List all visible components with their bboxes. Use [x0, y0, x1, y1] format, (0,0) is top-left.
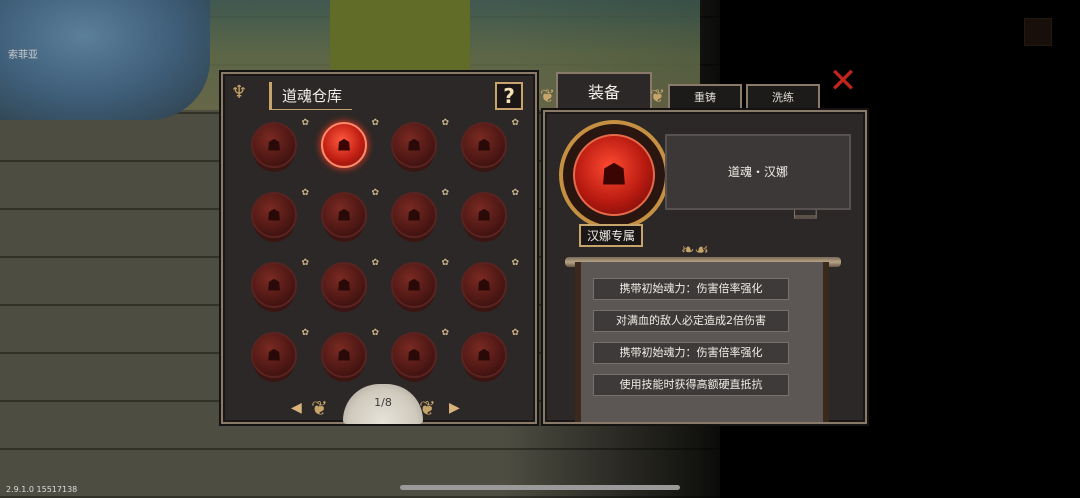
page-fan: 1/8	[343, 384, 423, 424]
soul-orb-icon: ☗	[406, 135, 422, 155]
version-label: 2.9.1.0 15517138	[6, 485, 78, 494]
next-page-button[interactable]: ▶	[449, 400, 460, 416]
scroll-ornament-left-icon: ❦	[311, 396, 328, 420]
orb-slot[interactable]: ☗ ✿	[315, 118, 385, 174]
soul-orb-icon: ☗	[266, 135, 282, 155]
exclusive-label: 汉娜专属	[579, 224, 644, 247]
trait-item: 使用技能时获得高额硬直抵抗	[593, 374, 789, 396]
tab-recast[interactable]: 重铸	[668, 84, 742, 112]
badge-icon: ✿	[511, 188, 519, 198]
orb-slot[interactable]: ☗ ✿	[245, 118, 315, 174]
badge-icon: ✿	[511, 328, 519, 338]
tab-reroll[interactable]: 洗练	[746, 84, 820, 112]
orb-grid: ☗ ✿ ☗ ✿ ☗ ✿ ☗ ✿ ☗ ✿ ☗ ✿ ☗ ✿ ☗ ✿ ☗ ✿ ☗ ✿ ☗ ✿ ☗ ✿ ☗ ✿ ☗ ✿ ☗ ✿ ☗ ✿	[245, 118, 519, 384]
equipped-orb[interactable]: ☗	[573, 134, 655, 216]
soul-orb-icon: ☗	[476, 205, 492, 225]
trait-item: 携带初始魂力：伤害倍率强化	[593, 342, 789, 364]
soul-orb-icon: ☗	[406, 345, 422, 365]
orb-slot[interactable]: ☗ ✿	[385, 258, 455, 314]
soul-orb[interactable]: ☗	[461, 332, 507, 378]
soul-orb[interactable]: ☗	[391, 192, 437, 238]
soul-orb-icon: ☗	[476, 345, 492, 365]
orb-slot[interactable]: ☗ ✿	[385, 328, 455, 384]
badge-icon: ✿	[371, 328, 379, 338]
storage-panel: ♆ 道魂仓库 ? ☗ ✿ ☗ ✿ ☗ ✿ ☗ ✿ ☗ ✿ ☗ ✿ ☗ ✿ ☗ ✿ ☗ ✿ ☗ ✿ ☗ ✿ ☗ ✿ ☗ ✿ ☗ ✿ ☗ ✿ ☗…	[221, 72, 537, 424]
badge-icon: ✿	[511, 118, 519, 128]
orb-slot[interactable]: ☗ ✿	[455, 258, 525, 314]
orb-name: 道魂・汉娜	[665, 134, 851, 210]
soul-orb-icon: ☗	[600, 157, 628, 193]
orb-slot[interactable]: ☗ ✿	[455, 118, 525, 174]
soul-orb-icon: ☗	[476, 135, 492, 155]
tab-equip[interactable]: 装备	[556, 72, 652, 112]
close-pinwheel-icon[interactable]: ✕	[826, 64, 860, 98]
orb-slot[interactable]: ☗ ✿	[315, 258, 385, 314]
name-box-ornament-icon: ╘══╛	[791, 210, 820, 224]
soul-orb[interactable]: ☗	[391, 122, 437, 168]
badge-icon: ✿	[371, 118, 379, 128]
soul-orb[interactable]: ☗	[461, 122, 507, 168]
soul-orb-icon: ☗	[266, 275, 282, 295]
badge-icon: ✿	[371, 188, 379, 198]
soul-orb-icon: ☗	[266, 205, 282, 225]
soul-orb-icon: ☗	[406, 275, 422, 295]
equipped-orb-frame: ☗	[559, 120, 669, 230]
soul-orb[interactable]: ☗	[391, 332, 437, 378]
page-indicator: 1/8	[374, 396, 392, 409]
soul-orb[interactable]: ☗	[321, 262, 367, 308]
badge-icon: ✿	[441, 258, 449, 268]
map-grass	[330, 0, 470, 70]
soul-orb-icon: ☗	[476, 275, 492, 295]
orb-slot[interactable]: ☗ ✿	[455, 188, 525, 244]
soul-orb-icon: ☗	[336, 135, 352, 155]
ornament-icon: ♆	[231, 82, 248, 103]
tab-ornament-icon: ❦	[540, 86, 556, 107]
trait-item: 对满血的敌人必定造成2倍伤害	[593, 310, 789, 332]
soul-orb-icon: ☗	[266, 345, 282, 365]
trait-scroll: 携带初始魂力：伤害倍率强化 对满血的敌人必定造成2倍伤害 携带初始魂力：伤害倍率…	[575, 262, 829, 422]
badge-icon: ✿	[301, 118, 309, 128]
soul-orb[interactable]: ☗	[461, 262, 507, 308]
help-button[interactable]: ?	[495, 82, 523, 110]
orb-slot[interactable]: ☗ ✿	[315, 328, 385, 384]
badge-icon: ✿	[441, 328, 449, 338]
badge-icon: ✿	[301, 328, 309, 338]
soul-orb-icon: ☗	[406, 205, 422, 225]
trait-item: 携带初始魂力：伤害倍率强化	[593, 278, 789, 300]
soul-orb[interactable]: ☗	[321, 192, 367, 238]
soul-orb[interactable]: ☗	[251, 332, 297, 378]
soul-orb-icon: ☗	[336, 345, 352, 365]
soul-orb[interactable]: ☗	[321, 122, 367, 168]
badge-icon: ✿	[441, 118, 449, 128]
orb-slot[interactable]: ☗ ✿	[455, 328, 525, 384]
home-indicator[interactable]	[400, 485, 680, 490]
tab-ornament-icon: ❦	[650, 86, 666, 107]
soul-orb[interactable]: ☗	[461, 192, 507, 238]
soul-orb[interactable]: ☗	[251, 262, 297, 308]
soul-orb-icon: ☗	[336, 275, 352, 295]
orb-slot[interactable]: ☗ ✿	[245, 328, 315, 384]
menu-icon	[1024, 18, 1052, 46]
scroll-ornament-right-icon: ❦	[419, 396, 436, 420]
orb-slot[interactable]: ☗ ✿	[245, 188, 315, 244]
storage-title: 道魂仓库	[269, 82, 353, 110]
orb-slot[interactable]: ☗ ✿	[245, 258, 315, 314]
orb-slot[interactable]: ☗ ✿	[315, 188, 385, 244]
badge-icon: ✿	[301, 258, 309, 268]
prev-page-button[interactable]: ◀	[291, 400, 302, 416]
badge-icon: ✿	[371, 258, 379, 268]
equipment-panel: ☗ 汉娜专属 道魂・汉娜 ╘══╛ ❧☙ 携带初始魂力：伤害倍率强化 对满血的敌…	[543, 110, 867, 424]
soul-orb[interactable]: ☗	[251, 192, 297, 238]
badge-icon: ✿	[301, 188, 309, 198]
orb-slot[interactable]: ☗ ✿	[385, 118, 455, 174]
badge-icon: ✿	[441, 188, 449, 198]
soul-orb[interactable]: ☗	[391, 262, 437, 308]
soul-orb-icon: ☗	[336, 205, 352, 225]
location-label: 索菲亚	[8, 50, 38, 61]
orb-slot[interactable]: ☗ ✿	[385, 188, 455, 244]
soul-orb[interactable]: ☗	[251, 122, 297, 168]
badge-icon: ✿	[511, 258, 519, 268]
soul-orb[interactable]: ☗	[321, 332, 367, 378]
